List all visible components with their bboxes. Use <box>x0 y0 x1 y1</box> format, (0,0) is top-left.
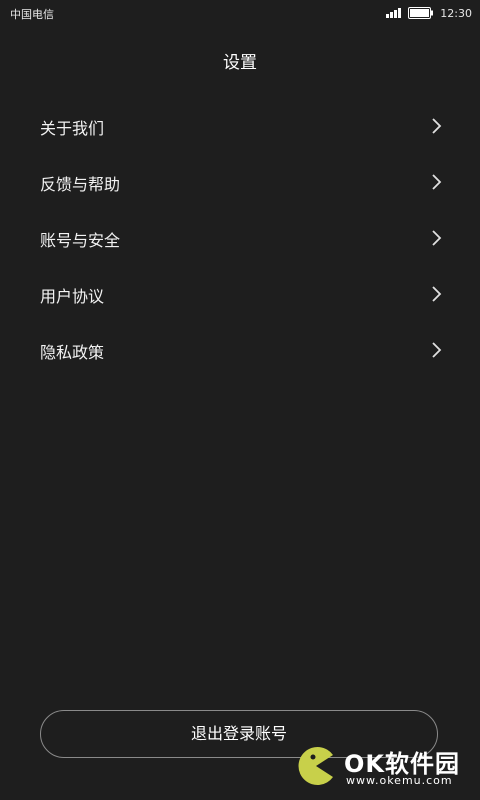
settings-screen: 中国电信 12:30 设置 关于我们 反馈与帮助 账号与安全 用户协议 隐私政策… <box>0 0 480 800</box>
status-indicators: 12:30 <box>386 6 472 20</box>
menu-item-privacy-policy[interactable]: 隐私政策 <box>0 322 480 378</box>
pacman-logo-icon <box>298 747 333 785</box>
clock: 12:30 <box>440 6 472 20</box>
settings-menu: 关于我们 反馈与帮助 账号与安全 用户协议 隐私政策 <box>0 98 480 378</box>
chevron-right-icon <box>432 118 442 134</box>
chevron-right-icon <box>432 286 442 302</box>
menu-item-label: 关于我们 <box>40 119 105 138</box>
menu-item-label: 用户协议 <box>40 287 105 306</box>
battery-icon <box>408 7 434 19</box>
menu-item-about-us[interactable]: 关于我们 <box>0 98 480 154</box>
status-bar: 中国电信 12:30 <box>0 0 480 26</box>
watermark-url: www.okemu.com <box>346 774 453 787</box>
menu-item-label: 隐私政策 <box>40 343 105 362</box>
chevron-right-icon <box>432 174 442 190</box>
menu-item-label: 反馈与帮助 <box>40 175 121 194</box>
chevron-right-icon <box>432 342 442 358</box>
menu-item-label: 账号与安全 <box>40 231 121 250</box>
chevron-right-icon <box>432 230 442 246</box>
page-title: 设置 <box>223 53 257 73</box>
menu-item-account-security[interactable]: 账号与安全 <box>0 210 480 266</box>
menu-item-user-agreement[interactable]: 用户协议 <box>0 266 480 322</box>
signal-icon <box>386 8 402 18</box>
menu-item-feedback-help[interactable]: 反馈与帮助 <box>0 154 480 210</box>
watermark: OK软件园 www.okemu.com <box>296 742 476 792</box>
carrier-name: 中国电信 <box>10 8 54 21</box>
